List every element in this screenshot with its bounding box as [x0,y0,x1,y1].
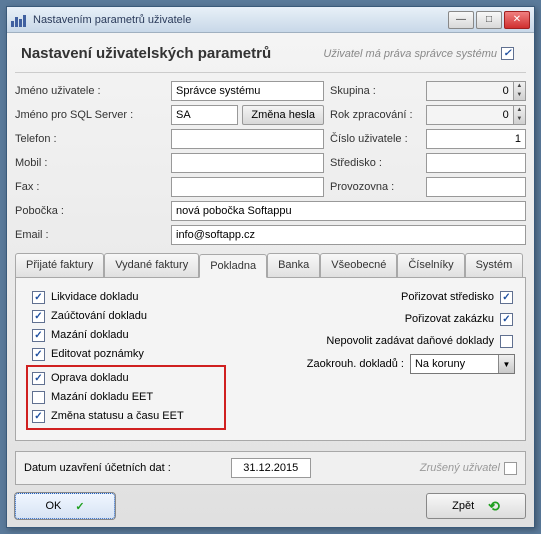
lbl-porizovat-zakazku: Pořizovat zakázku [405,313,494,325]
tabs: Přijaté faktury Vydané faktury Pokladna … [15,253,526,441]
lbl-mazani-eet: Mazání dokladu EET [51,391,153,403]
titlebar[interactable]: Nastavením parametrů uživatele — □ ✕ [7,7,534,33]
lbl-likvidace: Likvidace dokladu [51,291,138,303]
email-label: Email : [15,229,165,241]
tab-received-invoices[interactable]: Přijaté faktury [15,253,104,277]
chk-zmena-status[interactable]: ✓ [32,410,45,423]
group-label: Skupina : [330,85,420,97]
app-icon [11,13,27,27]
lbl-oprava: Oprava dokladu [51,372,129,384]
page-title: Nastavení uživatelských parametrů [21,45,323,62]
close-date-input[interactable] [231,458,311,478]
round-select[interactable]: Na koruny ▼ [410,354,515,374]
year-label: Rok zpracování : [330,109,420,121]
chk-porizovat-stredisko[interactable]: ✓ [500,291,513,304]
mobile-input[interactable] [171,153,324,173]
cancelled-user-label: Zrušený uživatel [420,462,500,474]
check-icon: ✓ [75,500,84,513]
userno-input[interactable] [426,129,526,149]
username-label: Jméno uživatele : [15,85,165,97]
lbl-zauctovani: Zaúčtování dokladu [51,310,147,322]
chk-editovat[interactable]: ✓ [32,348,45,361]
phone-input[interactable] [171,129,324,149]
establishment-label: Provozovna : [330,181,420,193]
lbl-zaokrouh: Zaokrouh. dokladů : [307,358,404,370]
admin-rights-checkbox[interactable]: ✓ [501,47,514,60]
change-password-button[interactable]: Změna hesla [242,105,324,125]
back-button-label: Zpět [452,500,474,512]
year-input[interactable] [426,105,514,125]
email-input[interactable] [171,225,526,245]
userno-label: Číslo uživatele : [330,133,420,145]
cancelled-user-checkbox[interactable] [504,462,517,475]
close-date-label: Datum uzavření účetních dat : [24,462,171,474]
group-spinner[interactable]: ▲▼ [514,81,526,101]
mobile-label: Mobil : [15,157,165,169]
lbl-mazani: Mazání dokladu [51,329,129,341]
chk-likvidace[interactable]: ✓ [32,291,45,304]
branch-label: Pobočka : [15,205,165,217]
chk-porizovat-zakazku[interactable]: ✓ [500,313,513,326]
user-params-window: Nastavením parametrů uživatele — □ ✕ Nas… [6,6,535,528]
ok-button-label: OK [45,500,61,512]
group-input[interactable] [426,81,514,101]
chk-oprava[interactable]: ✓ [32,372,45,385]
year-spinner[interactable]: ▲▼ [514,105,526,125]
chk-nepovolit-danove[interactable] [500,335,513,348]
username-input[interactable] [171,81,324,101]
tab-system[interactable]: Systém [465,253,524,277]
center-input[interactable] [426,153,526,173]
tab-bank[interactable]: Banka [267,253,320,277]
chk-mazani[interactable]: ✓ [32,329,45,342]
tab-pane-cash: ✓ Likvidace dokladu ✓ Zaúčtování dokladu ✓… [15,277,526,441]
center-label: Středisko : [330,157,420,169]
tab-cash-register[interactable]: Pokladna [199,254,267,278]
close-button[interactable]: ✕ [504,11,530,29]
minimize-button[interactable]: — [448,11,474,29]
back-button[interactable]: Zpět ⟲ [426,493,526,519]
lbl-nepovolit-danove: Nepovolit zadávat daňové doklady [326,335,494,347]
phone-label: Telefon : [15,133,165,145]
tab-general[interactable]: Všeobecné [320,253,397,277]
fax-input[interactable] [171,177,324,197]
sqlname-label: Jméno pro SQL Server : [15,109,165,121]
branch-input[interactable] [171,201,526,221]
window-title: Nastavením parametrů uživatele [33,14,448,26]
maximize-button[interactable]: □ [476,11,502,29]
admin-rights-label: Uživatel má práva správce systému [323,48,497,60]
undo-icon: ⟲ [488,498,500,515]
chevron-down-icon: ▼ [498,355,514,373]
sqlname-input[interactable] [171,105,238,125]
lbl-porizovat-stredisko: Pořizovat středisko [401,291,494,303]
chk-mazani-eet[interactable] [32,391,45,404]
round-select-value: Na koruny [415,358,465,370]
lbl-editovat: Editovat poznámky [51,348,144,360]
chk-zauctovani[interactable]: ✓ [32,310,45,323]
tab-issued-invoices[interactable]: Vydané faktury [104,253,199,277]
ok-button[interactable]: OK ✓ [15,493,115,519]
fax-label: Fax : [15,181,165,193]
tab-lists[interactable]: Číselníky [397,253,464,277]
lbl-zmena-status: Změna statusu a času EET [51,410,184,422]
establishment-input[interactable] [426,177,526,197]
eet-highlight-box: ✓ Oprava dokladu Mazání dokladu EET ✓ Změn… [26,365,226,430]
